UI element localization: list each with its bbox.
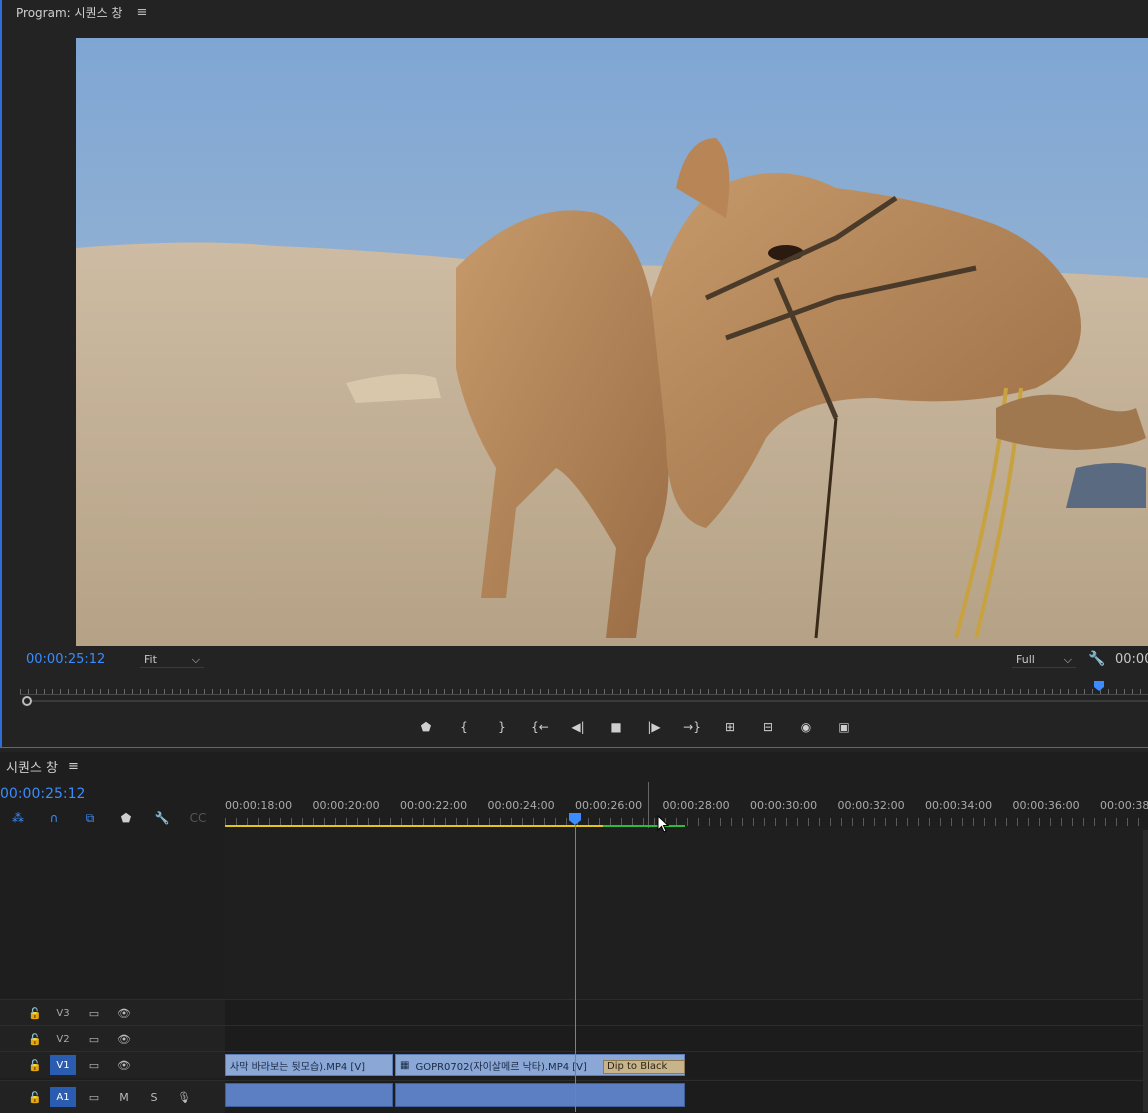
step-forward-icon[interactable]: |▶ [640, 716, 668, 738]
add-marker-icon[interactable]: ⬟ [108, 811, 144, 825]
linked-selection-icon[interactable]: ⧉ [72, 811, 108, 826]
clip-label: 사막 바라보는 뒷모습).MP4 [V] [230, 1061, 366, 1073]
timeline-playhead-line[interactable] [575, 825, 576, 1112]
track-name-v3[interactable]: V3 [50, 1003, 76, 1023]
ruler-time-label: 00:00:20:00 [312, 799, 380, 812]
ruler-time-label: 00:00:28:00 [662, 799, 730, 812]
sequence-title[interactable]: 시퀀스 창 [6, 757, 58, 776]
ruler-time-label: 00:00:36:00 [1012, 799, 1080, 812]
mark-out-icon[interactable]: } [488, 716, 516, 738]
track-row-v2: 🔓 V2 ▭ 👁 [0, 1025, 1148, 1052]
mute-button[interactable]: M [112, 1091, 136, 1104]
chevron-down-icon: ⌵ [1063, 652, 1072, 666]
timeline-toolbar: ⁂ ∩ ⧉ ⬟ 🔧 CC [0, 809, 216, 827]
lock-icon[interactable]: 🔓 [28, 1007, 42, 1020]
lock-icon[interactable]: 🔓 [28, 1059, 42, 1072]
program-monitor-title: Program: 시퀀스 창 [16, 5, 123, 20]
zoom-level-value: Fit [144, 653, 157, 666]
go-to-out-icon[interactable]: →} [678, 716, 706, 738]
video-clip[interactable]: 사막 바라보는 뒷모습).MP4 [V] [225, 1054, 393, 1076]
program-time-ruler[interactable] [20, 682, 1148, 694]
compare-icon[interactable]: ▣ [830, 716, 858, 738]
zoom-scroll-handle[interactable] [22, 696, 32, 706]
mouse-cursor-icon [657, 815, 669, 833]
extract-icon[interactable]: ⊟ [754, 716, 782, 738]
panel-menu-icon[interactable]: ≡ [136, 5, 147, 20]
captions-icon[interactable]: CC [180, 811, 216, 825]
unrendered-work-area-bar [225, 825, 603, 827]
track-header-v3: 🔓 V3 ▭ 👁 [0, 1000, 225, 1026]
marker-icon[interactable]: ⬟ [412, 716, 440, 738]
empty-track-area[interactable] [225, 828, 1148, 998]
playback-resolution-value: Full [1016, 653, 1035, 666]
lock-icon[interactable]: 🔓 [28, 1091, 42, 1104]
track-header-a1: 🔓 A1 ▭ M S 🎙 [0, 1081, 225, 1113]
sync-lock-icon[interactable]: ▭ [82, 1033, 106, 1046]
lock-icon[interactable]: 🔓 [28, 1033, 42, 1046]
ruler-time-label: 00:00:30:00 [750, 799, 818, 812]
clip-label: GOPR0702(자이살메르 낙타).MP4 [V] [415, 1061, 587, 1073]
zoom-level-dropdown[interactable]: Fit ⌵ [140, 652, 204, 668]
nest-icon[interactable]: ⁂ [0, 811, 36, 825]
ruler-time-label: 00:00:22:00 [400, 799, 468, 812]
track-name-v1[interactable]: V1 [50, 1055, 76, 1075]
sync-lock-icon[interactable]: ▭ [82, 1059, 106, 1072]
sync-lock-icon[interactable]: ▭ [82, 1007, 106, 1020]
ruler-time-label: 00:00:18:00 [225, 799, 293, 812]
audio-clip[interactable] [395, 1083, 685, 1107]
timeline-settings-wrench-icon[interactable]: 🔧 [144, 811, 180, 825]
program-ruler-divider [20, 694, 1148, 695]
eye-icon[interactable]: 👁 [112, 1007, 136, 1020]
audio-clip[interactable] [225, 1083, 393, 1107]
track-name-v2[interactable]: V2 [50, 1029, 76, 1049]
fx-badge-icon: ▦ [400, 1059, 410, 1071]
track-body-v2[interactable] [225, 1026, 1148, 1052]
ruler-time-label: 00:00:24:00 [487, 799, 555, 812]
program-duration-timecode: 00:00 [1115, 652, 1148, 667]
solo-button[interactable]: S [142, 1091, 166, 1104]
ruler-time-label: 00:00:38: [1100, 799, 1148, 812]
track-body-v3[interactable] [225, 1000, 1148, 1026]
track-row-a1: 🔓 A1 ▭ M S 🎙 [0, 1080, 1148, 1113]
microphone-icon[interactable]: 🎙 [172, 1091, 196, 1104]
zoom-scroll-track[interactable] [32, 700, 1148, 702]
program-monitor-header: Program: 시퀀스 창 ≡ [16, 2, 147, 22]
ruler-time-label: 00:00:34:00 [925, 799, 993, 812]
transport-controls: ⬟ { } {← ◀| ■ |▶ →} ⊞ ⊟ ◉ ▣ [412, 716, 858, 738]
eye-icon[interactable]: 👁 [112, 1033, 136, 1046]
program-playhead-timecode[interactable]: 00:00:25:12 [26, 652, 105, 667]
export-frame-icon[interactable]: ◉ [792, 716, 820, 738]
edit-point-marker [648, 782, 649, 828]
go-to-in-icon[interactable]: {← [526, 716, 554, 738]
transition-dip-to-black[interactable]: Dip to Black [603, 1060, 685, 1074]
vertical-scrollbar[interactable] [1143, 830, 1148, 1112]
lift-icon[interactable]: ⊞ [716, 716, 744, 738]
track-row-v1: 🔓 V1 ▭ 👁 사막 바라보는 뒷모습).MP4 [V] ▦ GOPR0702… [0, 1051, 1148, 1078]
transition-label: Dip to Black [607, 1061, 668, 1072]
ruler-time-label: 00:00:26:00 [575, 799, 643, 812]
timeline-header: 시퀀스 창 ≡ [6, 757, 79, 776]
track-name-a1[interactable]: A1 [50, 1087, 76, 1107]
track-body-a1[interactable] [225, 1081, 1148, 1113]
camel-video-frame [76, 38, 1148, 646]
sequence-playhead-timecode[interactable]: 00:00:25:12 [0, 786, 85, 802]
snap-magnet-icon[interactable]: ∩ [36, 811, 72, 825]
program-video-frame[interactable] [76, 38, 1148, 646]
sync-lock-icon[interactable]: ▭ [82, 1091, 106, 1104]
track-header-v2: 🔓 V2 ▭ 👁 [0, 1026, 225, 1052]
program-monitor-panel: Program: 시퀀스 창 ≡ 00:00:25:12 Fit ⌵ Full … [0, 0, 1148, 748]
stop-icon[interactable]: ■ [602, 716, 630, 738]
step-back-icon[interactable]: ◀| [564, 716, 592, 738]
playback-resolution-dropdown[interactable]: Full ⌵ [1012, 652, 1076, 668]
track-body-v1[interactable]: 사막 바라보는 뒷모습).MP4 [V] ▦ GOPR0702(자이살메르 낙타… [225, 1052, 1148, 1078]
chevron-down-icon: ⌵ [191, 652, 200, 666]
rendered-work-area-bar [603, 825, 685, 827]
settings-wrench-icon[interactable]: 🔧 [1088, 651, 1105, 667]
ruler-time-label: 00:00:32:00 [837, 799, 905, 812]
track-row-v3: 🔓 V3 ▭ 👁 [0, 999, 1148, 1026]
mark-in-icon[interactable]: { [450, 716, 478, 738]
eye-icon[interactable]: 👁 [112, 1059, 136, 1072]
track-header-v1: 🔓 V1 ▭ 👁 [0, 1052, 225, 1078]
panel-menu-icon[interactable]: ≡ [68, 759, 79, 774]
